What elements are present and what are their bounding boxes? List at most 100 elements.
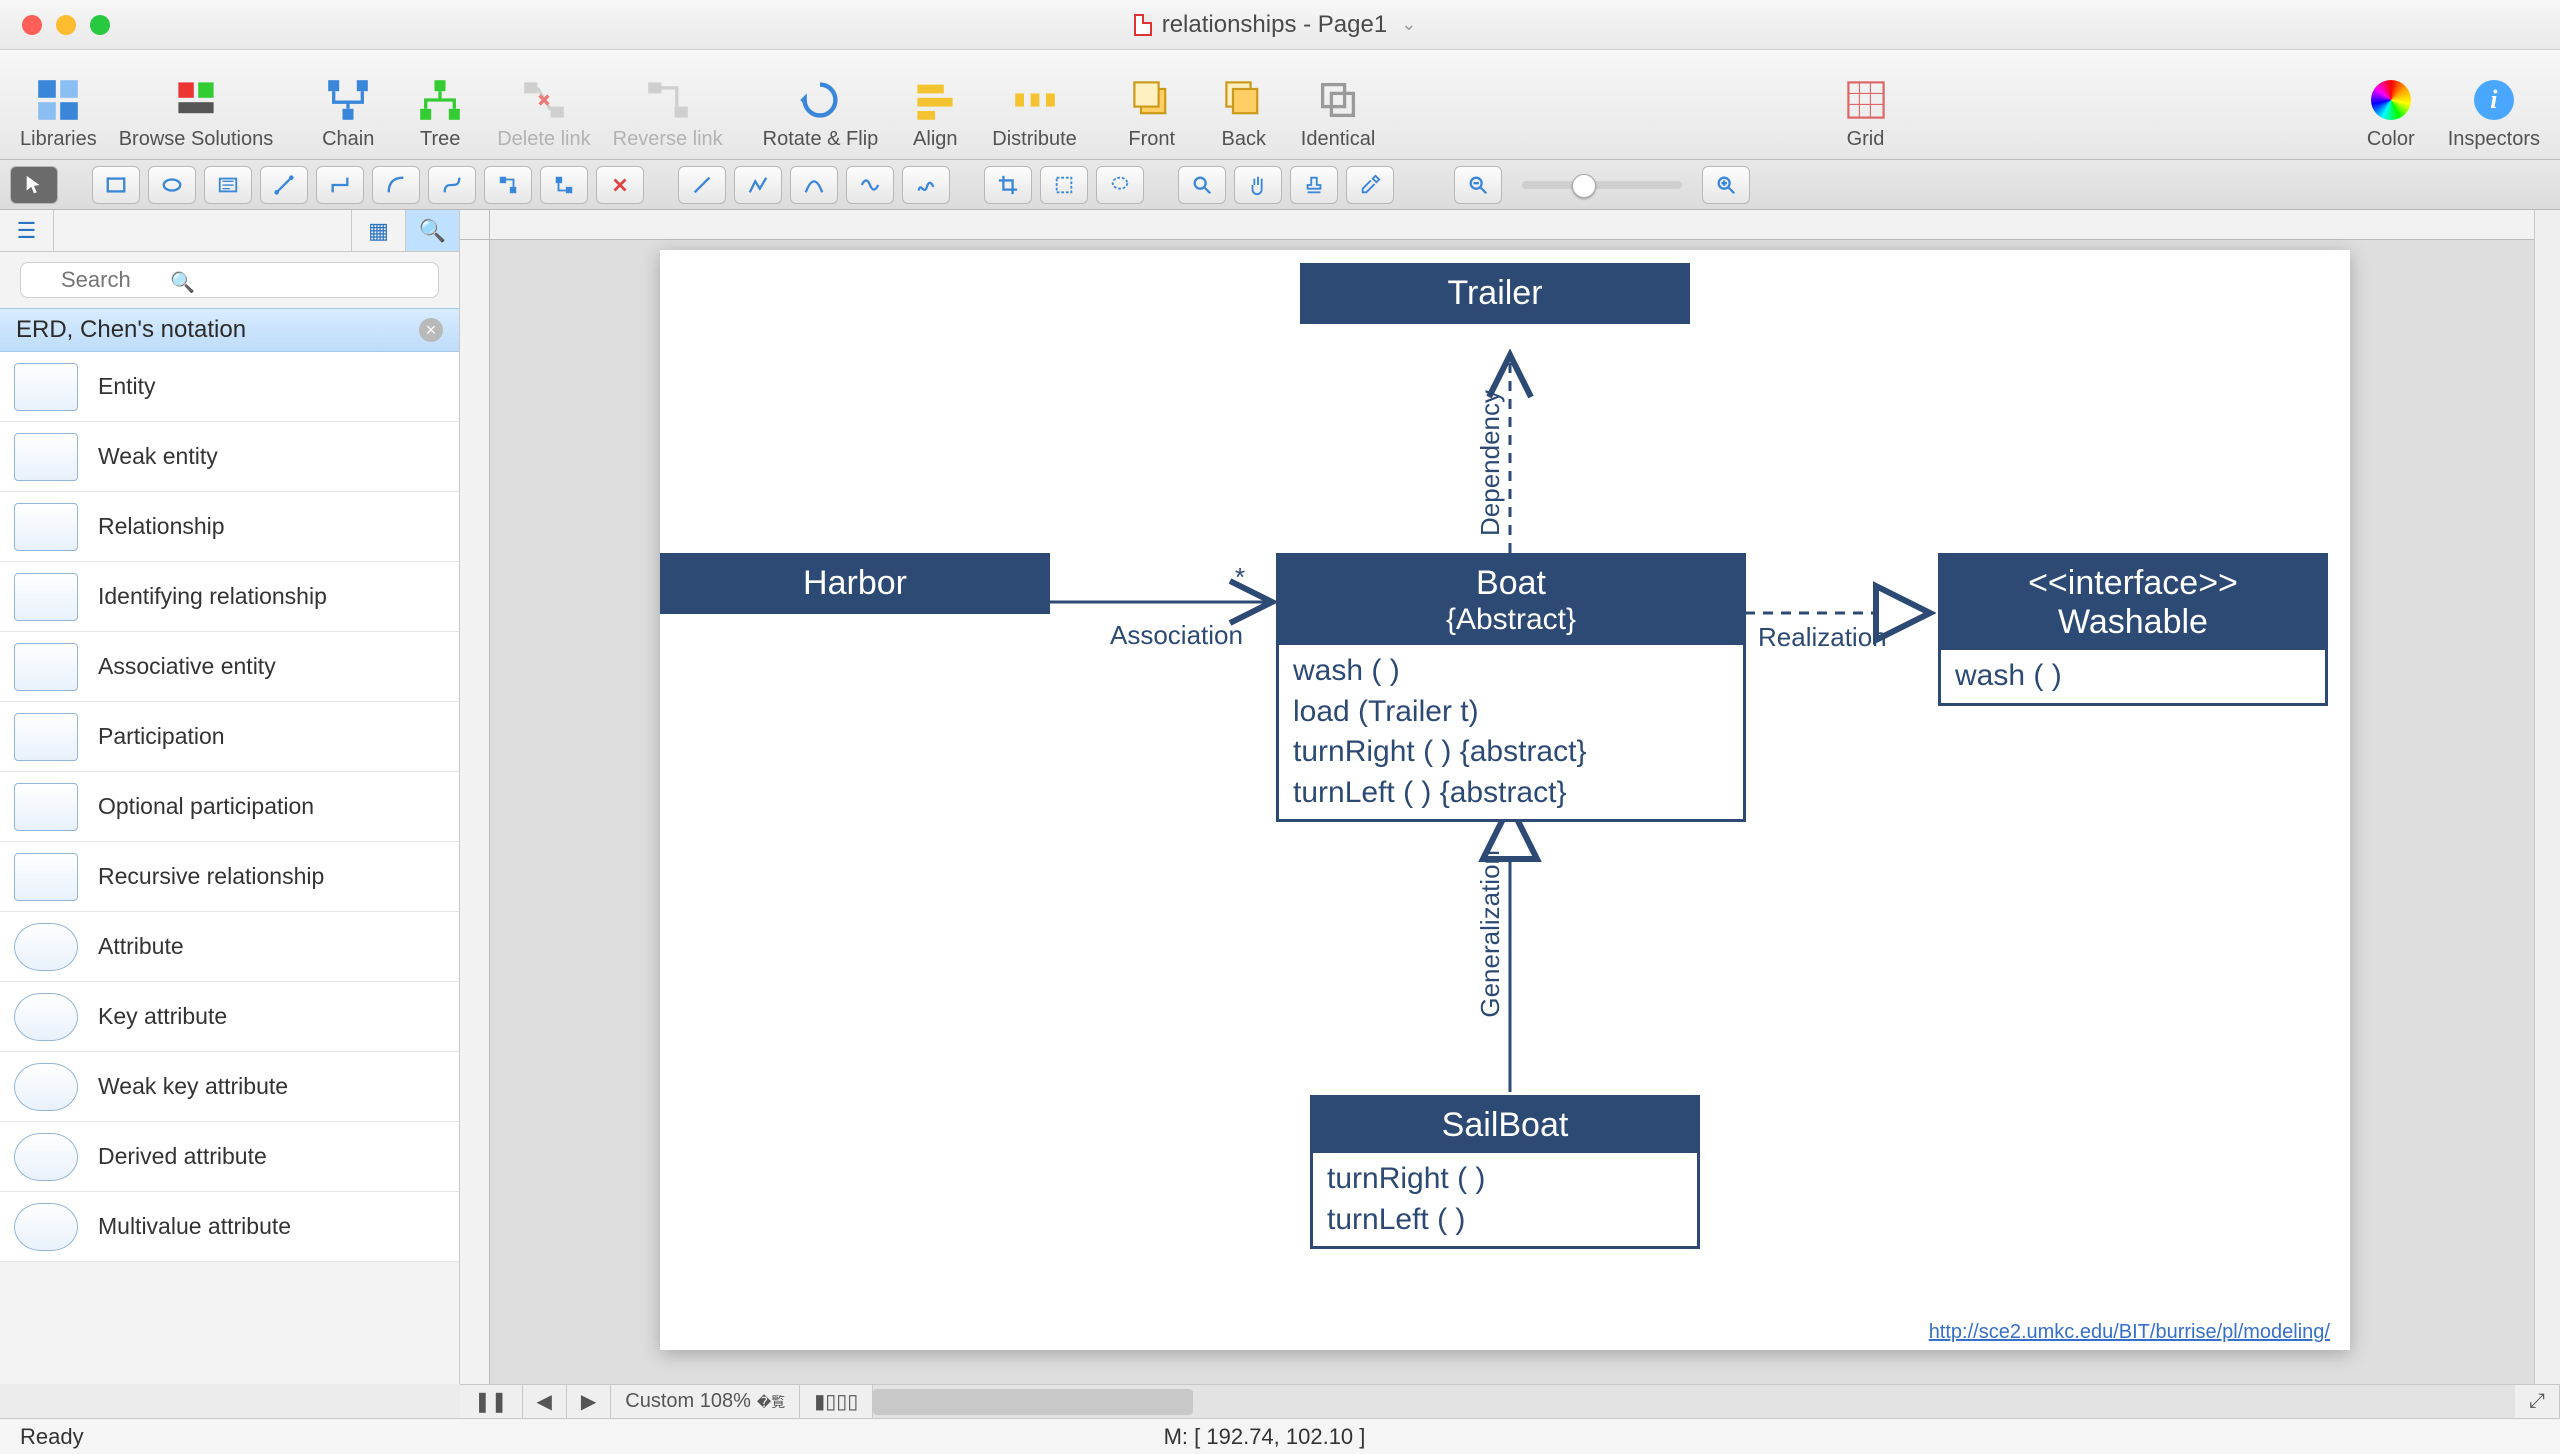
color-label: Color — [2367, 128, 2415, 151]
diagram-page[interactable]: Trailer Harbor Boat {Abstract} wash ( )l… — [660, 250, 2350, 1350]
grid-label: Grid — [1847, 128, 1885, 151]
page-resize-grip-icon[interactable]: ⤢ — [2515, 1385, 2560, 1418]
connector-3-tool[interactable] — [372, 166, 420, 204]
library-item[interactable]: Attribute — [0, 912, 459, 982]
info-icon: i — [2474, 80, 2514, 120]
library-item-label: Multivalue attribute — [98, 1213, 291, 1240]
canvas-area[interactable]: Trailer Harbor Boat {Abstract} wash ( )l… — [460, 210, 2560, 1384]
color-button[interactable]: Color — [2356, 78, 2426, 151]
library-item[interactable]: Entity — [0, 352, 459, 422]
connector-6-tool[interactable] — [540, 166, 588, 204]
rect-tool[interactable] — [92, 166, 140, 204]
tree-button[interactable]: Tree — [405, 78, 475, 151]
library-item[interactable]: Key attribute — [0, 982, 459, 1052]
zoom-window-button[interactable] — [90, 15, 110, 35]
back-button[interactable]: Back — [1209, 78, 1279, 151]
node-washable[interactable]: <<interface>> Washable wash ( ) — [1938, 553, 2328, 706]
polyline-tool[interactable] — [734, 166, 782, 204]
zoom-tool[interactable] — [1178, 166, 1226, 204]
crop-tool[interactable] — [984, 166, 1032, 204]
horizontal-scrollbar[interactable] — [873, 1385, 2515, 1418]
label-association: Association — [1110, 620, 1243, 651]
curve-tool[interactable] — [790, 166, 838, 204]
eyedropper-tool[interactable] — [1346, 166, 1394, 204]
vertical-scrollbar[interactable] — [2534, 210, 2560, 1384]
distribute-button[interactable]: Distribute — [992, 78, 1076, 151]
rotate-flip-button[interactable]: Rotate & Flip — [763, 78, 879, 151]
identical-button[interactable]: Identical — [1301, 78, 1376, 151]
library-search-input[interactable] — [20, 262, 439, 298]
window-title: relationships - Page1 — [1162, 11, 1387, 39]
node-washable-stereotype: <<interface>> — [1959, 564, 2307, 603]
library-item[interactable]: Weak entity — [0, 422, 459, 492]
browse-label: Browse Solutions — [119, 128, 274, 151]
title-dropdown-icon[interactable]: ⌄ — [1401, 14, 1416, 35]
library-section-header[interactable]: ERD, Chen's notation × — [0, 308, 459, 352]
library-item[interactable]: Optional participation — [0, 772, 459, 842]
minimize-window-button[interactable] — [56, 15, 76, 35]
text-tool[interactable] — [204, 166, 252, 204]
connector-5-tool[interactable] — [484, 166, 532, 204]
pointer-tool[interactable] — [10, 166, 58, 204]
library-item-label: Key attribute — [98, 1003, 227, 1030]
reverse-link-label: Reverse link — [613, 128, 723, 151]
library-item[interactable]: Weak key attribute — [0, 1052, 459, 1122]
sidebar-toggle-icon[interactable]: ☰ — [0, 210, 54, 251]
select-area-tool[interactable] — [1040, 166, 1088, 204]
diagram-source-link[interactable]: http://sce2.umkc.edu/BIT/burrise/pl/mode… — [1929, 1321, 2330, 1344]
library-item[interactable]: Identifying relationship — [0, 562, 459, 632]
sidebar-search-icon[interactable]: 🔍 — [405, 210, 459, 251]
inspectors-button[interactable]: i Inspectors — [2448, 78, 2540, 151]
library-item-thumb — [14, 573, 78, 621]
node-boat[interactable]: Boat {Abstract} wash ( )load (Trailer t)… — [1276, 553, 1746, 822]
front-button[interactable]: Front — [1117, 78, 1187, 151]
library-item-thumb — [14, 1133, 78, 1181]
library-item[interactable]: Recursive relationship — [0, 842, 459, 912]
library-item-label: Associative entity — [98, 653, 276, 680]
connector-2-tool[interactable] — [316, 166, 364, 204]
page-nav-prev-icon[interactable]: ◀ — [523, 1385, 567, 1418]
zoom-in-button[interactable] — [1702, 166, 1750, 204]
label-generalization: Generalization — [1475, 850, 1506, 1018]
node-harbor[interactable]: Harbor — [660, 553, 1050, 614]
page-nav-pause-icon[interactable]: ❚❚ — [460, 1385, 523, 1418]
libraries-button[interactable]: Libraries — [20, 78, 97, 151]
library-item-thumb — [14, 713, 78, 761]
page-nav-next-icon[interactable]: ▶ — [567, 1385, 611, 1418]
node-boat-title: Boat — [1297, 564, 1725, 603]
node-boat-subtitle: {Abstract} — [1297, 603, 1725, 637]
chain-button[interactable]: Chain — [313, 78, 383, 151]
zoom-out-button[interactable] — [1454, 166, 1502, 204]
grid-button[interactable]: Grid — [1831, 78, 1901, 151]
library-item[interactable]: Derived attribute — [0, 1122, 459, 1192]
align-button[interactable]: Align — [900, 78, 970, 151]
sidebar-grid-view-icon[interactable]: ▦ — [351, 210, 405, 251]
close-section-icon[interactable]: × — [419, 318, 443, 342]
view-mode-segmented[interactable]: ▮▯▯▯ — [800, 1385, 873, 1418]
zoom-readout[interactable]: Custom 108% �覧 — [611, 1385, 800, 1418]
node-sailboat[interactable]: SailBoat turnRight ( )turnLeft ( ) — [1310, 1095, 1700, 1249]
spline-tool[interactable] — [846, 166, 894, 204]
close-window-button[interactable] — [22, 15, 42, 35]
stamp-tool[interactable] — [1290, 166, 1338, 204]
browse-solutions-button[interactable]: Browse Solutions — [119, 78, 274, 151]
pan-tool[interactable] — [1234, 166, 1282, 204]
node-trailer[interactable]: Trailer — [1300, 263, 1690, 324]
library-item[interactable]: Participation — [0, 702, 459, 772]
library-item[interactable]: Associative entity — [0, 632, 459, 702]
line-tool[interactable] — [678, 166, 726, 204]
library-item-thumb — [14, 433, 78, 481]
delete-shape-tool[interactable] — [596, 166, 644, 204]
library-item[interactable]: Multivalue attribute — [0, 1192, 459, 1262]
status-text: Ready — [20, 1424, 84, 1450]
label-association-star: * — [1235, 562, 1245, 593]
library-item[interactable]: Relationship — [0, 492, 459, 562]
shape-toolbar — [0, 160, 2560, 210]
lasso-tool[interactable] — [1096, 166, 1144, 204]
connector-4-tool[interactable] — [428, 166, 476, 204]
ellipse-tool[interactable] — [148, 166, 196, 204]
zoom-slider[interactable] — [1522, 181, 1682, 189]
freeform-tool[interactable] — [902, 166, 950, 204]
connector-1-tool[interactable] — [260, 166, 308, 204]
library-item-list: EntityWeak entityRelationshipIdentifying… — [0, 352, 459, 1384]
